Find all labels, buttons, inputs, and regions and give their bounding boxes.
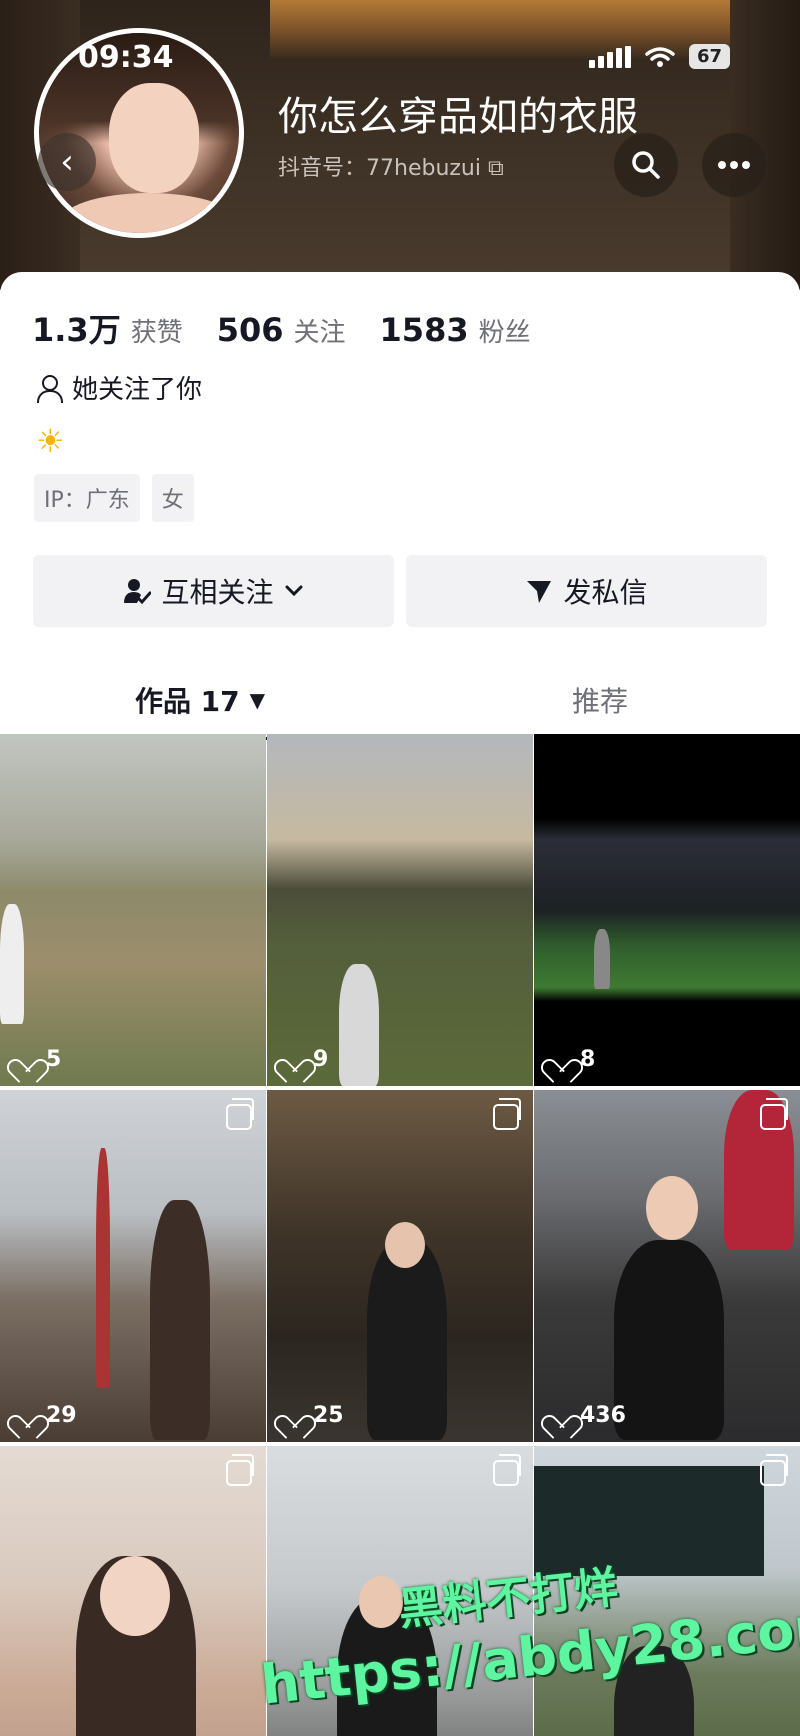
heart-icon	[14, 1405, 38, 1427]
heart-icon	[281, 1049, 305, 1071]
signal-icon	[588, 45, 631, 68]
profile-tags: IP：广东 女	[34, 474, 194, 522]
chevron-left-icon: ‹	[60, 142, 74, 182]
wifi-icon	[645, 46, 675, 67]
search-icon	[632, 151, 660, 179]
status-bar: 09:34 67	[0, 0, 800, 75]
video-thumbnail[interactable]	[0, 1446, 266, 1736]
like-count: 25	[281, 1403, 344, 1428]
person-icon	[34, 373, 64, 403]
tab-recommend[interactable]: 推荐	[400, 668, 800, 732]
like-count: 29	[14, 1403, 77, 1428]
video-thumbnail[interactable]: 8	[534, 734, 800, 1086]
video-thumbnail[interactable]: 5	[0, 734, 266, 1086]
multi-image-icon	[226, 1454, 254, 1486]
multi-image-icon	[760, 1454, 788, 1486]
back-button[interactable]: ‹	[38, 133, 96, 191]
status-time: 09:34	[78, 40, 174, 75]
video-thumbnail[interactable]	[267, 1446, 533, 1736]
more-button[interactable]	[702, 133, 766, 197]
heart-icon	[548, 1049, 572, 1071]
video-grid: 5 9 8 29 25 436	[0, 734, 800, 1736]
multi-image-icon	[493, 1454, 521, 1486]
battery-icon: 67	[688, 44, 730, 69]
more-icon	[718, 161, 750, 169]
profile-actions: 互相关注 发私信	[33, 555, 767, 627]
douyin-id[interactable]: 抖音号：77hebuzui ⧉	[278, 150, 504, 182]
like-count: 9	[281, 1047, 328, 1072]
profile-header: 09:34 67 ‹ 你怎么穿品如的衣服 抖音号：77hebuzui ⧉	[0, 0, 800, 290]
search-button[interactable]	[614, 133, 678, 197]
like-count: 8	[548, 1047, 595, 1072]
tab-works[interactable]: 作品 17 ▼	[0, 668, 400, 740]
video-thumbnail[interactable]: 9	[267, 734, 533, 1086]
profile-nickname: 你怎么穿品如的衣服	[278, 94, 638, 140]
like-count: 5	[14, 1047, 61, 1072]
heart-icon	[548, 1405, 572, 1427]
send-message-button[interactable]: 发私信	[406, 555, 767, 627]
chevron-down-icon	[285, 585, 302, 597]
video-thumbnail[interactable]: 25	[267, 1090, 533, 1442]
like-count: 436	[548, 1403, 626, 1428]
video-thumbnail[interactable]	[534, 1446, 800, 1736]
content-tabs: 作品 17 ▼ 推荐	[0, 668, 800, 740]
multi-image-icon	[226, 1098, 254, 1130]
heart-icon	[281, 1405, 305, 1427]
person-check-icon	[124, 579, 152, 605]
caret-down-icon: ▼	[249, 688, 266, 712]
stat-followers[interactable]: 1583 粉丝	[380, 311, 531, 349]
heart-icon	[14, 1049, 38, 1071]
ip-location-tag: IP：广东	[34, 474, 140, 522]
profile-stats: 1.3万 获赞 506 关注 1583 粉丝	[32, 305, 531, 351]
stat-likes: 1.3万 获赞	[32, 311, 183, 349]
multi-image-icon	[493, 1098, 521, 1130]
send-icon	[527, 581, 552, 603]
video-thumbnail[interactable]: 436	[534, 1090, 800, 1442]
stat-following[interactable]: 506 关注	[217, 311, 346, 349]
mutual-follow-button[interactable]: 互相关注	[33, 555, 394, 627]
video-thumbnail[interactable]: 29	[0, 1090, 266, 1442]
sun-icon: ☀	[36, 422, 65, 460]
gender-tag: 女	[151, 474, 194, 522]
multi-image-icon	[760, 1098, 788, 1130]
follows-you-note: 她关注了你	[34, 369, 202, 406]
